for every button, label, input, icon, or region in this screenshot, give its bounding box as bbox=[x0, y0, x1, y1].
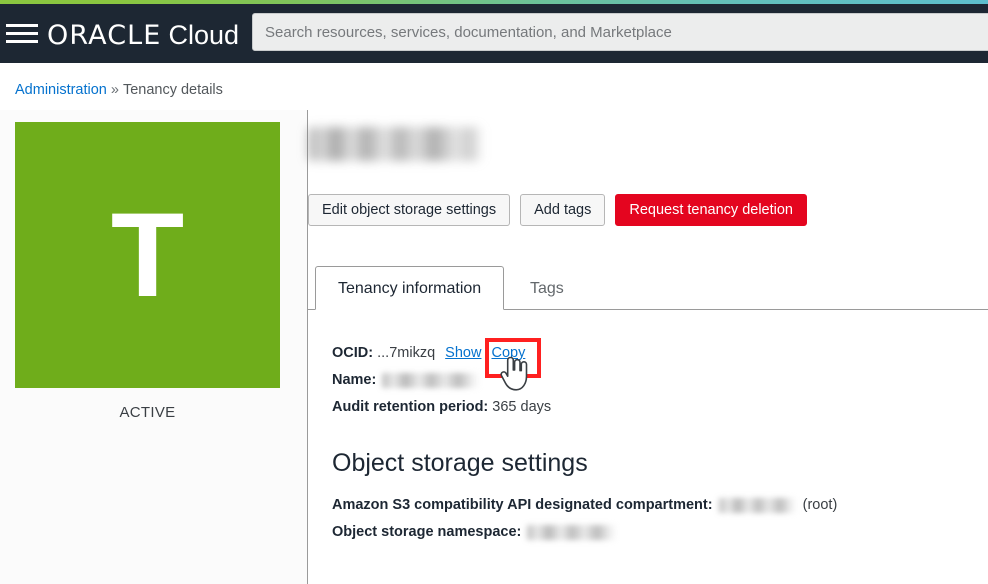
tenancy-summary-panel: T ACTIVE bbox=[0, 110, 308, 584]
global-header: ORACLE Cloud bbox=[0, 4, 988, 63]
global-search-box[interactable] bbox=[252, 13, 988, 51]
name-label: Name: bbox=[332, 372, 377, 388]
tenancy-information-panel: OCID: ...7mikzq Show Copy Name: Audit re… bbox=[332, 340, 972, 546]
hamburger-menu-icon[interactable] bbox=[6, 24, 40, 48]
ocid-value: ...7mikzq bbox=[377, 345, 436, 361]
name-value-redacted bbox=[382, 372, 481, 388]
status-badge: ACTIVE bbox=[119, 404, 176, 421]
oracle-cloud-logo[interactable]: ORACLE Cloud bbox=[47, 19, 239, 51]
ocid-show-link[interactable]: Show bbox=[445, 345, 481, 361]
object-storage-namespace-value-redacted bbox=[527, 524, 618, 540]
object-storage-namespace-row: Object storage namespace: bbox=[332, 519, 972, 546]
request-tenancy-deletion-button[interactable]: Request tenancy deletion bbox=[615, 194, 808, 226]
hamburger-bar bbox=[6, 32, 38, 35]
object-storage-namespace-label: Object storage namespace: bbox=[332, 524, 522, 540]
breadcrumb-separator: » bbox=[110, 82, 119, 98]
ocid-label: OCID: bbox=[332, 345, 374, 361]
action-button-row: Edit object storage settings Add tags Requ… bbox=[308, 194, 808, 226]
breadcrumb-link-administration[interactable]: Administration bbox=[15, 82, 107, 98]
breadcrumb-current: Tenancy details bbox=[122, 82, 223, 98]
audit-retention-row: Audit retention period: 365 days bbox=[332, 394, 972, 421]
audit-retention-value: 365 days bbox=[492, 399, 552, 415]
ocid-row: OCID: ...7mikzq Show Copy bbox=[332, 340, 972, 367]
edit-object-storage-settings-button[interactable]: Edit object storage settings bbox=[308, 194, 511, 226]
page-title-redacted bbox=[308, 127, 483, 161]
avatar-initial: T bbox=[110, 188, 185, 322]
s3-compartment-value-redacted bbox=[718, 497, 797, 513]
tab-bar: Tenancy information Tags bbox=[308, 266, 988, 310]
brand-cloud-text: Cloud bbox=[168, 20, 240, 50]
tab-tenancy-information[interactable]: Tenancy information bbox=[315, 266, 505, 310]
s3-compartment-row: Amazon S3 compatibility API designated c… bbox=[332, 492, 972, 519]
audit-retention-label: Audit retention period: bbox=[332, 399, 489, 415]
add-tags-button[interactable]: Add tags bbox=[520, 194, 606, 226]
s3-compartment-root-suffix: (root) bbox=[802, 497, 838, 513]
tenancy-details-main: Edit object storage settings Add tags Requ… bbox=[308, 63, 988, 584]
breadcrumb: Administration» Tenancy details bbox=[15, 82, 223, 98]
ocid-copy-link[interactable]: Copy bbox=[491, 345, 525, 361]
hamburger-bar bbox=[6, 40, 38, 43]
search-input[interactable] bbox=[253, 14, 988, 50]
brand-oracle-text: ORACLE bbox=[47, 20, 162, 51]
name-row: Name: bbox=[332, 367, 972, 394]
oracle-cloud-tenancy-details-page: ORACLECloud Administration»Tenancy detai… bbox=[0, 0, 988, 584]
tenancy-avatar-tile: T bbox=[15, 122, 280, 388]
hamburger-bar bbox=[6, 24, 38, 27]
s3-compartment-label: Amazon S3 compatibility API designated c… bbox=[332, 497, 713, 513]
object-storage-settings-heading: Object storage settings bbox=[332, 449, 588, 477]
tab-tags[interactable]: Tags bbox=[507, 266, 587, 310]
